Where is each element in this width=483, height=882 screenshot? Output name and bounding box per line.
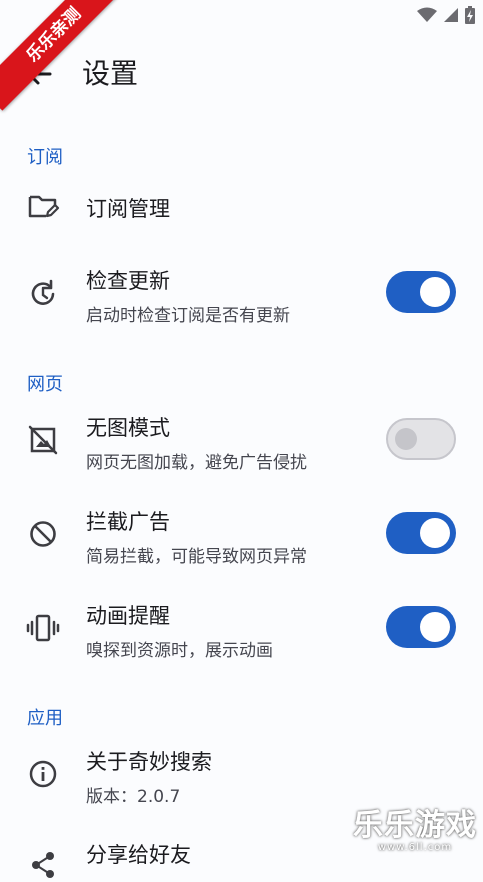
setting-title: 订阅管理 — [86, 197, 170, 221]
watermark-logo: 乐乐游戏 www.6ll.com — [353, 810, 477, 854]
vibration-icon — [26, 614, 60, 642]
setting-title: 分享给好友 — [86, 843, 191, 867]
toggle-knob — [395, 428, 417, 450]
folder-edit-icon — [28, 195, 60, 218]
animation-toggle[interactable] — [386, 606, 456, 648]
section-header-web: 网页 — [27, 374, 63, 395]
setting-title: 拦截广告 — [86, 510, 170, 534]
block-ads-toggle[interactable] — [386, 512, 456, 554]
watermark-title: 乐乐游戏 — [353, 808, 477, 843]
wifi-icon — [417, 7, 437, 22]
setting-title: 无图模式 — [86, 416, 170, 440]
top-app-bar: 设置 — [0, 44, 483, 104]
section-header-app: 应用 — [27, 708, 63, 729]
share-icon — [32, 852, 54, 878]
toggle-knob — [420, 612, 450, 642]
section-header-subscribe: 订阅 — [27, 147, 63, 168]
toggle-knob — [420, 277, 450, 307]
setting-item-about[interactable]: 关于奇妙搜索 版本：2.0.7 — [0, 740, 483, 812]
setting-title: 关于奇妙搜索 — [86, 750, 212, 774]
image-off-icon — [28, 425, 58, 455]
no-image-toggle[interactable] — [386, 418, 456, 460]
setting-item-manage-subscriptions[interactable]: 订阅管理 — [0, 176, 483, 238]
setting-title: 检查更新 — [86, 269, 170, 293]
page-title: 设置 — [82, 57, 139, 90]
block-icon — [30, 521, 56, 547]
info-icon — [29, 760, 57, 788]
setting-subtitle: 版本：2.0.7 — [86, 787, 181, 807]
setting-item-check-update[interactable]: 检查更新 启动时检查订阅是否有更新 — [0, 258, 483, 330]
setting-item-animation-alert[interactable]: 动画提醒 嗅探到资源时，展示动画 — [0, 593, 483, 665]
signal-icon — [444, 8, 458, 22]
setting-subtitle: 启动时检查订阅是否有更新 — [86, 306, 290, 326]
setting-subtitle: 简易拦截，可能导致网页异常 — [86, 547, 307, 567]
watermark-url: www.6ll.com — [377, 842, 453, 853]
update-icon — [31, 279, 55, 305]
setting-item-no-image-mode[interactable]: 无图模式 网页无图加载，避免广告侵扰 — [0, 405, 483, 477]
setting-title: 动画提醒 — [86, 604, 170, 628]
toggle-knob — [420, 518, 450, 548]
setting-subtitle: 嗅探到资源时，展示动画 — [86, 641, 273, 661]
check-update-toggle[interactable] — [386, 271, 456, 313]
setting-subtitle: 网页无图加载，避免广告侵扰 — [86, 453, 307, 473]
setting-item-block-ads[interactable]: 拦截广告 简易拦截，可能导致网页异常 — [0, 499, 483, 571]
battery-charging-icon — [465, 6, 475, 24]
